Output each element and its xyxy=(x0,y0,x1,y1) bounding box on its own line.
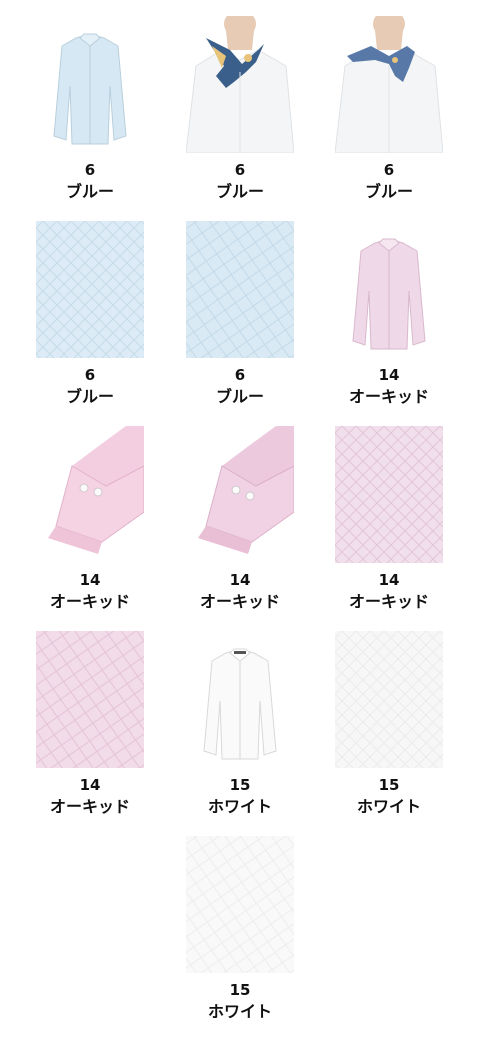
fabric-texture-image[interactable] xyxy=(36,221,144,358)
product-image-shirt[interactable] xyxy=(335,221,443,358)
variation-caption: 6 ブルー xyxy=(36,160,144,202)
color-code: 6 xyxy=(234,366,246,384)
color-code: 14 xyxy=(378,366,400,384)
variation-card[interactable]: 15 ホワイト xyxy=(186,836,294,1022)
fabric-texture-image[interactable] xyxy=(335,631,443,768)
variation-caption: 6 ブルー xyxy=(36,365,144,407)
variation-caption: 14 オーキッド xyxy=(36,775,144,817)
color-code: 6 xyxy=(234,161,246,179)
variation-card[interactable]: 14 オーキッド xyxy=(335,426,443,612)
color-name: ブルー xyxy=(364,182,413,201)
color-name: オーキッド xyxy=(348,387,429,406)
fabric-texture-image[interactable] xyxy=(36,631,144,768)
variation-caption: 15 ホワイト xyxy=(186,980,294,1022)
product-image-shirt[interactable] xyxy=(36,16,144,153)
variation-card[interactable]: 6 ブルー xyxy=(36,16,144,202)
color-code: 14 xyxy=(79,776,101,794)
color-name: ブルー xyxy=(65,387,114,406)
color-name: ブルー xyxy=(65,182,114,201)
variation-caption: 14 オーキッド xyxy=(186,570,294,612)
product-image-model-scarf[interactable] xyxy=(186,16,294,153)
variation-card[interactable]: 14 オーキッド xyxy=(36,631,144,817)
color-code: 6 xyxy=(84,161,96,179)
color-variation-grid: { "items": [ {"code": "6", "color": "ブルー… xyxy=(0,0,480,1042)
color-code: 6 xyxy=(383,161,395,179)
variation-card[interactable]: 14 オーキッド xyxy=(36,426,144,612)
fabric-texture-image[interactable] xyxy=(186,221,294,358)
variation-card[interactable]: 6 ブルー xyxy=(36,221,144,407)
variation-caption: 14 オーキッド xyxy=(335,570,443,612)
variation-caption: 14 オーキッド xyxy=(36,570,144,612)
variation-card[interactable]: 6 ブルー xyxy=(186,16,294,202)
color-code: 15 xyxy=(378,776,400,794)
variation-caption: 6 ブルー xyxy=(186,160,294,202)
color-code: 14 xyxy=(229,571,251,589)
color-code: 6 xyxy=(84,366,96,384)
color-code: 14 xyxy=(378,571,400,589)
color-code: 15 xyxy=(229,981,251,999)
color-name: ホワイト xyxy=(207,797,272,816)
variation-card[interactable]: 14 オーキッド xyxy=(335,221,443,407)
variation-caption: 15 ホワイト xyxy=(186,775,294,817)
variation-card[interactable]: 6 ブルー xyxy=(186,221,294,407)
variation-card[interactable]: 15 ホワイト xyxy=(335,631,443,817)
color-name: オーキッド xyxy=(49,592,130,611)
variation-card[interactable]: 14 オーキッド xyxy=(186,426,294,612)
product-image-cuff[interactable] xyxy=(186,426,294,563)
product-image-shirt[interactable] xyxy=(186,631,294,768)
fabric-texture-image[interactable] xyxy=(335,426,443,563)
variation-card[interactable]: 6 ブルー xyxy=(335,16,443,202)
color-code: 14 xyxy=(79,571,101,589)
color-name: ホワイト xyxy=(356,797,421,816)
product-image-model-scarf[interactable] xyxy=(335,16,443,153)
variation-card[interactable]: 15 ホワイト xyxy=(186,631,294,817)
product-image-cuff[interactable] xyxy=(36,426,144,563)
color-name: ブルー xyxy=(215,387,264,406)
color-name: ブルー xyxy=(215,182,264,201)
variation-caption: 6 ブルー xyxy=(335,160,443,202)
color-name: オーキッド xyxy=(199,592,280,611)
color-name: ホワイト xyxy=(207,1002,272,1021)
variation-caption: 14 オーキッド xyxy=(335,365,443,407)
color-code: 15 xyxy=(229,776,251,794)
variation-caption: 15 ホワイト xyxy=(335,775,443,817)
color-name: オーキッド xyxy=(49,797,130,816)
fabric-texture-image[interactable] xyxy=(186,836,294,973)
color-name: オーキッド xyxy=(348,592,429,611)
variation-caption: 6 ブルー xyxy=(186,365,294,407)
